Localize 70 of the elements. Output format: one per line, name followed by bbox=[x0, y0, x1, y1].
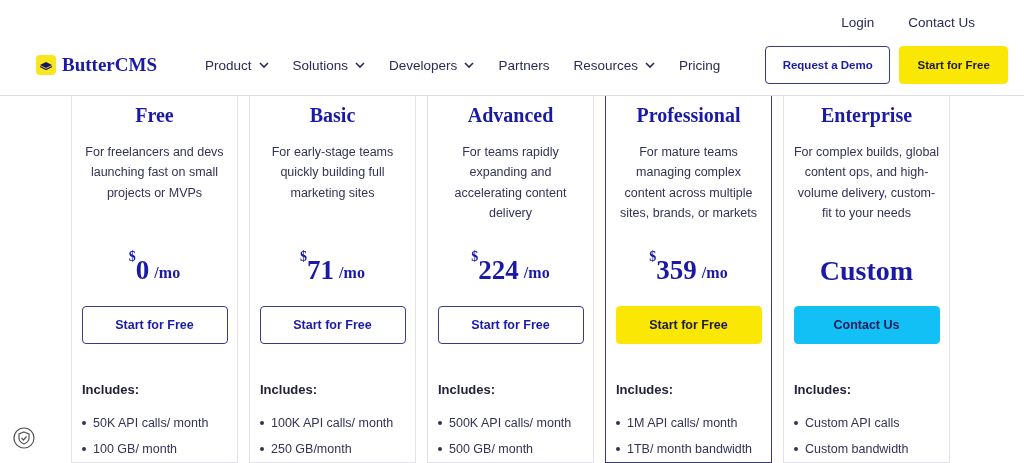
nav-item[interactable]: Resources bbox=[573, 57, 655, 73]
bullet-icon bbox=[82, 447, 86, 451]
plan-description: For mature teams managing complex content across multiple sites, brands, or markets bbox=[619, 143, 758, 223]
plan-button[interactable]: Start for Free bbox=[615, 305, 762, 344]
feature-text: 250 GB/month bbox=[271, 442, 352, 456]
feature-text: 1TB/ month bandwidth bbox=[627, 442, 753, 456]
includes-heading: Includes: bbox=[616, 382, 674, 397]
price-amount: 0 bbox=[135, 254, 150, 285]
bullet-icon bbox=[616, 447, 620, 451]
chevron-down-icon bbox=[258, 61, 269, 69]
logo-icon bbox=[36, 55, 56, 75]
start-button[interactable]: Start for Free bbox=[899, 46, 1009, 84]
plan-button[interactable]: Start for Free bbox=[437, 305, 584, 344]
includes-heading: Includes: bbox=[82, 382, 140, 397]
bullet-icon bbox=[260, 447, 264, 451]
bullet-icon bbox=[82, 421, 86, 425]
price-amount: 71 bbox=[307, 254, 335, 285]
plan-button[interactable]: Start for Free bbox=[81, 305, 228, 344]
bullet-icon bbox=[260, 421, 264, 425]
nav-item[interactable]: Partners bbox=[498, 57, 550, 73]
currency-sign: $ bbox=[471, 248, 479, 264]
chevron-down-icon bbox=[464, 61, 475, 69]
plan-name: Enterprise bbox=[820, 104, 913, 129]
bullet-icon bbox=[438, 421, 442, 425]
logo-text[interactable]: ButterCMS bbox=[62, 54, 157, 76]
top-link[interactable]: Contact Us bbox=[908, 15, 975, 31]
nav-item[interactable]: Developers bbox=[389, 57, 475, 73]
price-amount: 359 bbox=[656, 254, 697, 285]
bullet-icon bbox=[794, 421, 798, 425]
chevron-down-icon bbox=[644, 61, 655, 69]
demo-button[interactable]: Request a Demo bbox=[765, 46, 891, 84]
feature-text: 500 GB/ month bbox=[449, 442, 534, 456]
plan-name: Professional bbox=[636, 104, 741, 128]
includes-heading: Includes: bbox=[794, 382, 852, 397]
price-period: /mo bbox=[523, 263, 550, 282]
nav-item[interactable]: Pricing bbox=[678, 57, 721, 73]
price-period: /mo bbox=[701, 263, 728, 282]
currency-sign: $ bbox=[300, 248, 308, 264]
feature-text: 50K API calls/ month bbox=[93, 416, 209, 430]
feature-text: 500K API calls/ month bbox=[449, 416, 572, 430]
nav-item[interactable]: Solutions bbox=[292, 57, 366, 73]
plan-description: For complex builds, global content ops, and high-volume delivery, custom-fit to your needs bbox=[793, 143, 940, 223]
shield-icon[interactable] bbox=[13, 427, 35, 449]
nav-item[interactable]: Product bbox=[205, 57, 269, 73]
currency-sign: $ bbox=[649, 248, 657, 264]
plan-button[interactable]: Start for Free bbox=[259, 305, 406, 344]
price-period: /mo bbox=[339, 263, 365, 282]
bullet-icon bbox=[794, 447, 798, 451]
feature-text: 100K API calls/ month bbox=[271, 416, 394, 430]
top-link[interactable]: Login bbox=[841, 15, 875, 31]
plan-button[interactable]: Contact Us bbox=[793, 305, 940, 344]
currency-sign: $ bbox=[128, 248, 136, 265]
price-amount: 224 bbox=[478, 254, 519, 285]
chevron-down-icon bbox=[355, 61, 366, 69]
feature-text: 100 GB/ month bbox=[93, 442, 178, 456]
plan-description: For early-stage teams quickly building full marketing sites bbox=[270, 143, 395, 202]
feature-text: Custom bandwidth bbox=[805, 442, 909, 456]
plan-name: Basic bbox=[309, 104, 356, 128]
plan-description: For teams rapidly expanding and accelerating content delivery bbox=[453, 143, 568, 223]
includes-heading: Includes: bbox=[438, 382, 496, 397]
plan-name: Free bbox=[135, 104, 174, 128]
plan-name: Advanced bbox=[467, 104, 554, 128]
feature-text: 1M API calls/ month bbox=[627, 416, 738, 430]
plan-description: For freelancers and devs launching fast on small projects or MVPs bbox=[84, 143, 225, 202]
price-custom: Custom bbox=[819, 253, 914, 288]
price-period: /mo bbox=[154, 263, 181, 282]
feature-text: Custom API calls bbox=[805, 416, 900, 430]
includes-heading: Includes: bbox=[260, 382, 318, 397]
bullet-icon bbox=[616, 421, 620, 425]
bullet-icon bbox=[438, 447, 442, 451]
